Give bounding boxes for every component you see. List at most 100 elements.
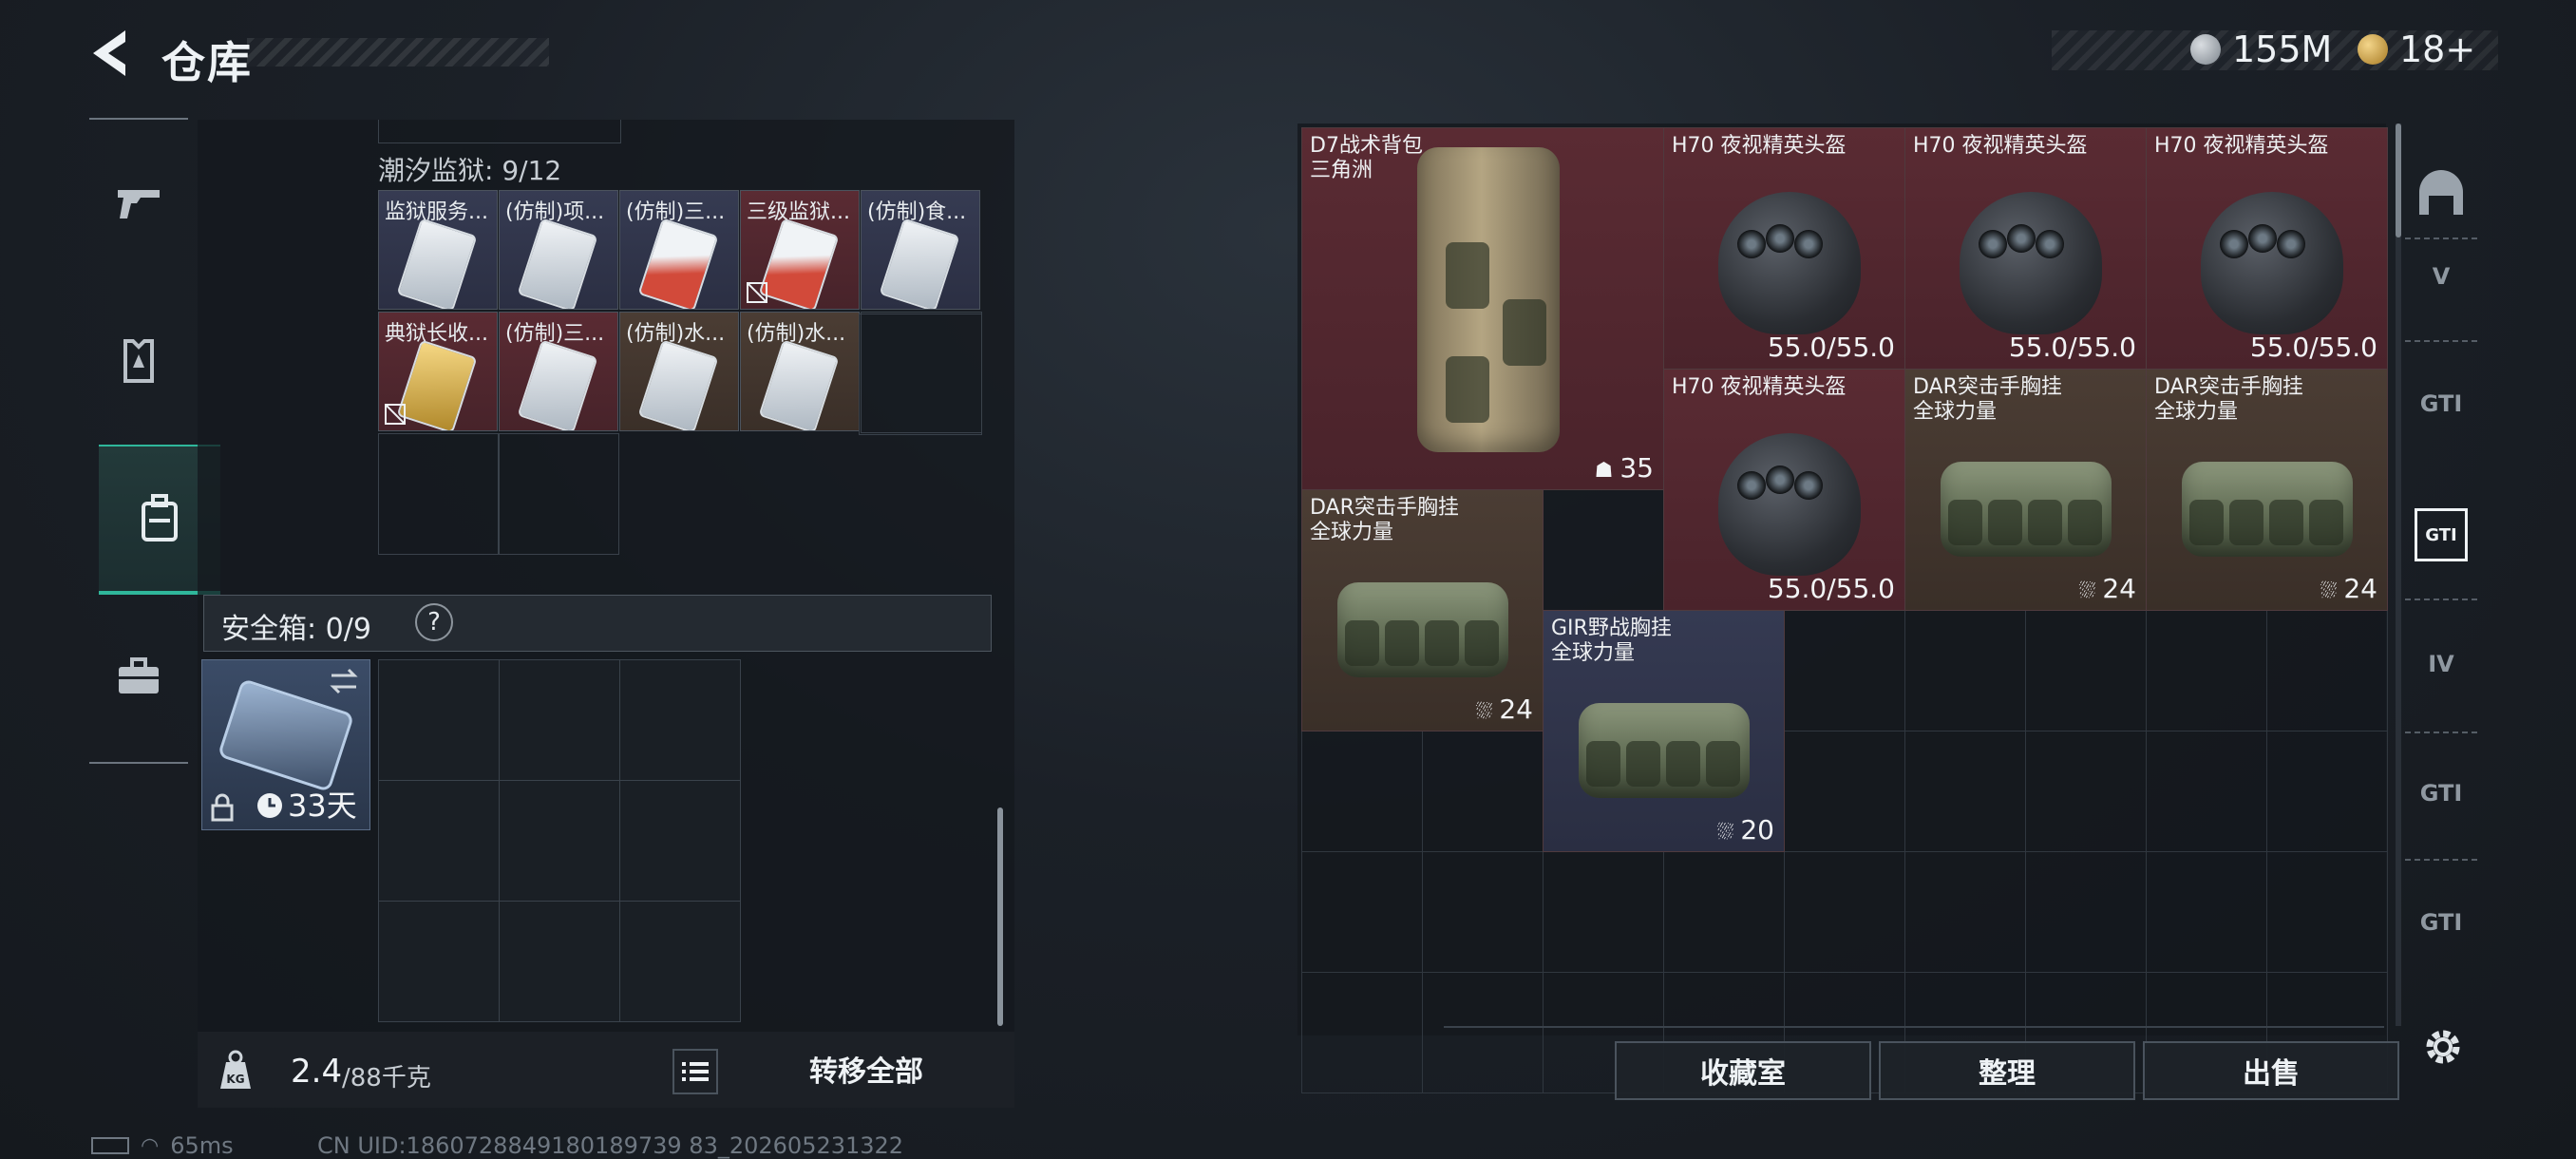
item-title: DAR突击手胸挂 [1310,496,1459,520]
vest-capacity-icon: ⛆ [1716,821,1741,845]
rnav-stash-gti[interactable]: GTI [2394,361,2489,446]
stash-gti-active-icon: GTI [2415,508,2468,561]
stash-slot[interactable] [1904,610,2026,732]
stash-slot[interactable] [1663,851,1785,973]
safe-box-slot[interactable] [499,780,620,902]
stash-item[interactable]: DAR突击手胸挂 全球力量 ⛆ 24 [1904,369,2147,611]
stash-item[interactable]: H70 夜视精英头盔 55.0/55.0 [1663,127,1905,370]
rnav-stash-iv[interactable]: IV [2394,621,2489,707]
stash-slot[interactable] [1543,489,1664,611]
swap-icon[interactable] [328,668,360,694]
currency-gold[interactable]: 18+ [2358,28,2475,70]
page-title: 仓库 [161,37,253,88]
stash-item[interactable]: H70 夜视精英头盔 55.0/55.0 [1663,369,1905,611]
stash-item-value: 55.0/55.0 [1768,573,1895,604]
container-item[interactable]: (仿制)三... [619,190,739,310]
stash-slot[interactable] [2146,731,2267,852]
stash-slot[interactable] [1301,851,1423,973]
currency-credits[interactable]: 155M [2190,28,2332,70]
stash-item[interactable]: D7战术背包 三角洲 ☗ 35 [1301,127,1664,490]
stash-item[interactable]: H70 夜视精英头盔 55.0/55.0 [1904,127,2147,370]
goggle-lens [2036,230,2064,258]
stash-item-name: H70 夜视精英头盔 [1672,375,1847,400]
empty-slot[interactable] [498,433,619,555]
rnav-stash-v[interactable]: V [2394,234,2489,319]
vest-pocket [1586,741,1620,787]
container-item[interactable]: (仿制)三... [499,312,618,431]
sort-button[interactable]: 整理 [1879,1041,2135,1100]
rnav-divider [2405,859,2481,861]
stash-slot[interactable] [1784,731,1905,852]
safe-box-slot[interactable] [619,780,741,902]
item-name: 监狱服务... [385,200,488,224]
nav-weapons[interactable] [99,163,179,243]
help-icon[interactable]: ? [415,603,453,641]
container-item[interactable]: (仿制)项... [499,190,618,310]
value-text: 20 [1740,814,1774,846]
transfer-all-button[interactable]: 转移全部 [731,1037,1001,1100]
sell-button[interactable]: 出售 [2143,1041,2399,1100]
stash-item-name: H70 夜视精英头盔 [2154,134,2329,159]
container-item[interactable]: (仿制)食... [861,190,980,310]
nav-briefcase[interactable] [99,636,179,716]
container-item[interactable]: (仿制)水... [619,312,739,431]
keycard-image [396,339,478,430]
container-item[interactable]: 典狱长收... [378,312,498,431]
rnav-stash-gti-active[interactable]: GTI [2394,492,2489,578]
gold-coin-icon [2358,34,2388,65]
nav-armor[interactable] [99,321,179,401]
stash-slot[interactable] [1422,972,1544,1093]
safe-box-slot[interactable] [619,901,741,1022]
stash-slot[interactable] [1904,731,2026,852]
vest-capacity-icon: ⛆ [1475,700,1500,724]
stash-v-icon: V [2432,263,2451,290]
stash-slot[interactable] [1904,851,2026,973]
vest-pocket [1988,500,2022,545]
stash-item-name: DAR突击手胸挂 全球力量 [1913,375,2062,425]
goggle-lens [1794,471,1823,500]
stash-item[interactable]: GIR野战胸挂 全球力量 ⛆ 20 [1543,610,1785,852]
safe-box-slot[interactable] [619,659,741,781]
back-arrow-icon[interactable] [87,27,135,80]
item-faction: 三角洲 [1310,159,1373,182]
collection-button[interactable]: 收藏室 [1615,1041,1871,1100]
stash-slot[interactable] [1784,610,1905,732]
stash-slot[interactable] [1301,731,1423,852]
container-item[interactable]: 三级监狱... [740,190,860,310]
stash-item-name: GIR野战胸挂 全球力量 [1551,617,1672,666]
rnav-stash-gti-2[interactable]: GTI [2394,750,2489,836]
stash-item[interactable]: DAR突击手胸挂 全球力量 ⛆ 24 [1301,489,1544,732]
settings-gear-icon[interactable] [2418,1022,2468,1072]
safe-box-slot[interactable] [378,659,500,781]
rnav-stash-gti-3[interactable]: GTI [2394,880,2489,965]
stash-slot[interactable] [1301,972,1423,1093]
stash-slot[interactable] [2146,610,2267,732]
stash-slot[interactable] [1422,851,1544,973]
container-item[interactable]: (仿制)水... [740,312,860,431]
stash-slot[interactable] [2266,731,2388,852]
stash-slot[interactable] [1422,731,1544,852]
list-view-button[interactable] [672,1049,718,1094]
safe-box-slot[interactable] [499,659,620,781]
stash-slot[interactable] [2025,851,2147,973]
safe-box-slot[interactable] [378,780,500,902]
backpack-icon [142,494,178,542]
stash-slot[interactable] [1543,851,1664,973]
rnav-helmet-slot[interactable] [2394,150,2489,236]
stash-slot[interactable] [1784,851,1905,973]
stash-item[interactable]: DAR突击手胸挂 全球力量 ⛆ 24 [2146,369,2388,611]
stash-slot[interactable] [2025,610,2147,732]
inventory-scrollbar[interactable] [997,808,1003,1026]
safe-box-slot[interactable] [499,901,620,1022]
stash-slot[interactable] [2266,610,2388,732]
stash-slot[interactable] [2025,731,2147,852]
safe-box-slot[interactable] [378,901,500,1022]
stash-item[interactable]: H70 夜视精英头盔 55.0/55.0 [2146,127,2388,370]
empty-slot[interactable] [378,433,500,555]
goggle-lens [2007,224,2036,253]
stash-slot[interactable] [2146,851,2267,973]
empty-slot[interactable] [859,314,982,435]
stash-slot[interactable] [2266,851,2388,973]
container-item[interactable]: 监狱服务... [378,190,498,310]
safe-box-item[interactable]: 33天 [201,659,370,830]
